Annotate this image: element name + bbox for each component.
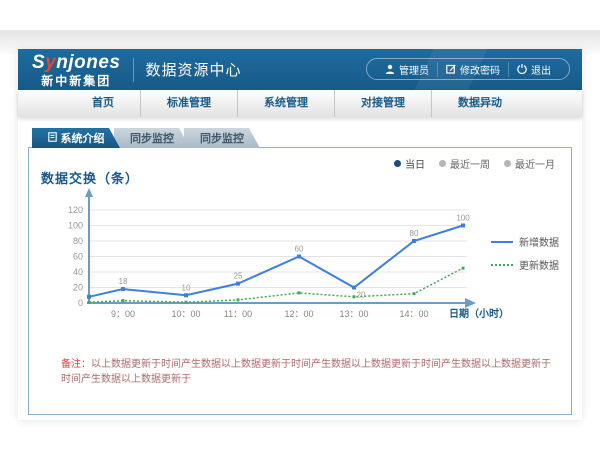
app-window: Synjones 新中新集团 数据资源中心 管理员 修改密码 退出 (18, 49, 582, 420)
svg-text:80: 80 (73, 236, 83, 246)
legend-item-new-data[interactable]: 新增数据 (491, 234, 559, 249)
tab-label: 同步监控 (200, 130, 244, 146)
user-name-label: 管理员 (399, 62, 429, 77)
logo: Synjones 新中新集团 (32, 53, 121, 87)
logo-part1: S (32, 52, 45, 73)
chart-legend: 新增数据 更新数据 (491, 234, 559, 272)
tab-sync-monitor-1[interactable]: 同步监控 (114, 128, 190, 148)
page: Synjones 新中新集团 数据资源中心 管理员 修改密码 退出 (0, 0, 600, 450)
nav-item-system[interactable]: 系统管理 (237, 90, 334, 117)
svg-text:10: 10 (182, 283, 191, 292)
svg-text:80: 80 (410, 229, 419, 238)
radio-dot-icon (394, 160, 401, 167)
svg-text:12：00: 12：00 (284, 309, 313, 319)
legend-label: 新增数据 (519, 234, 559, 249)
user-icon (385, 64, 395, 74)
main-nav: 首页 标准管理 系统管理 对接管理 数据异动 (18, 90, 582, 117)
range-selector: 当日 最近一周 最近一月 (394, 156, 555, 171)
svg-text:11：00: 11：00 (224, 309, 252, 319)
chart-y-axis-title: 数据交换（条） (41, 168, 139, 187)
app-title: 数据资源中心 (146, 59, 242, 80)
document-icon (48, 132, 57, 145)
app-header: Synjones 新中新集团 数据资源中心 管理员 修改密码 退出 (18, 49, 582, 90)
change-password-button[interactable]: 修改密码 (437, 62, 508, 77)
header-divider (133, 58, 134, 82)
svg-text:日期（小时）: 日期（小时） (449, 307, 509, 320)
logout-label: 退出 (531, 62, 551, 77)
range-label: 最近一周 (450, 156, 490, 171)
range-option-today[interactable]: 当日 (394, 156, 425, 171)
svg-text:10：00: 10：00 (171, 309, 200, 319)
chart-panel: 当日 最近一周 最近一月 数据交换（条） 0 20 40 60 80 100 120 9：00… (28, 147, 572, 415)
svg-text:20: 20 (357, 291, 366, 300)
svg-text:40: 40 (73, 267, 83, 277)
svg-text:0: 0 (78, 298, 83, 308)
change-password-label: 修改密码 (460, 62, 500, 77)
footnote-label: 备注： (61, 359, 91, 370)
svg-text:100: 100 (68, 221, 83, 231)
tab-system-intro[interactable]: 系统介绍 (32, 128, 120, 148)
nav-item-home[interactable]: 首页 (66, 90, 140, 117)
svg-text:9：00: 9：00 (111, 309, 135, 319)
dotted-line-icon (491, 264, 513, 266)
svg-text:120: 120 (68, 205, 83, 215)
range-option-last-month[interactable]: 最近一月 (504, 156, 555, 171)
svg-text:18: 18 (119, 277, 128, 286)
tab-label: 同步监控 (130, 130, 174, 146)
edit-icon (446, 64, 456, 74)
nav-item-data-changes[interactable]: 数据异动 (431, 90, 528, 117)
svg-text:14：00: 14：00 (399, 309, 428, 319)
logo-part3: njones (56, 52, 120, 73)
svg-text:60: 60 (295, 245, 304, 254)
user-controls: 管理员 修改密码 退出 (366, 58, 570, 80)
nav-item-standards[interactable]: 标准管理 (140, 90, 237, 117)
power-icon (517, 64, 527, 74)
tab-sync-monitor-2[interactable]: 同步监控 (184, 128, 260, 148)
svg-text:13：00: 13：00 (339, 309, 368, 319)
current-user-button[interactable]: 管理员 (377, 62, 437, 77)
svg-text:20: 20 (73, 283, 83, 293)
legend-label: 更新数据 (519, 257, 559, 272)
radio-dot-icon (439, 160, 446, 167)
svg-text:60: 60 (73, 252, 83, 262)
range-option-last-week[interactable]: 最近一周 (439, 156, 490, 171)
tab-bar: 系统介绍 同步监控 同步监控 (32, 128, 260, 148)
range-label: 当日 (405, 156, 425, 171)
legend-item-updated-data[interactable]: 更新数据 (491, 257, 559, 272)
tab-label: 系统介绍 (61, 130, 105, 146)
logo-company-name: 新中新集团 (32, 75, 121, 87)
svg-text:100: 100 (456, 214, 470, 223)
logout-button[interactable]: 退出 (508, 62, 559, 77)
data-exchange-line-chart[interactable]: 0 20 40 60 80 100 120 9：00 10：00 11：00 12：00 13：00 1… (49, 186, 509, 326)
radio-dot-icon (504, 160, 511, 167)
range-label: 最近一月 (515, 156, 555, 171)
logo-wordmark: Synjones (32, 53, 121, 72)
logo-accent: y (45, 52, 56, 73)
footnote: 备注：以上数据更新于时间产生数据以上数据更新于时间产生数据以上数据更新于时间产生… (61, 355, 551, 385)
nav-item-integration[interactable]: 对接管理 (334, 90, 431, 117)
footnote-text: 以上数据更新于时间产生数据以上数据更新于时间产生数据以上数据更新于时间产生数据以… (61, 359, 551, 385)
svg-text:25: 25 (234, 272, 243, 281)
solid-line-icon (491, 241, 513, 243)
